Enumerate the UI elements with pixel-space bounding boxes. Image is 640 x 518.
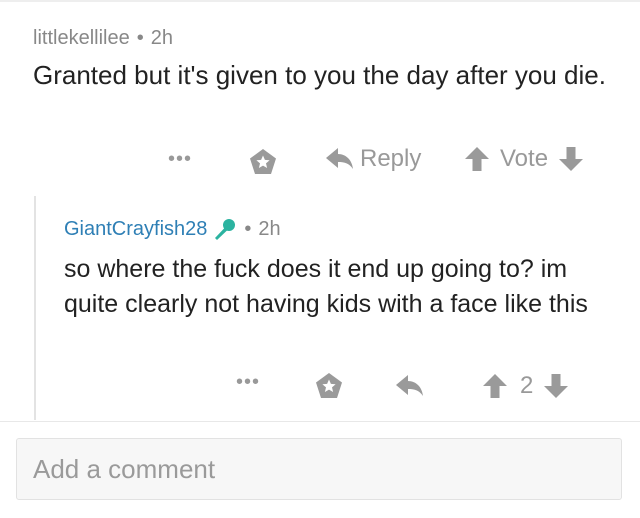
- reply-username[interactable]: GiantCrayfish28: [64, 215, 207, 243]
- comment-body: Granted but it's given to you the day af…: [33, 60, 606, 90]
- vote-control: Vote: [464, 145, 584, 173]
- reply-arrow-icon: [326, 148, 353, 169]
- downvote-arrow-icon[interactable]: [558, 145, 584, 173]
- award-button[interactable]: [248, 147, 278, 177]
- meta-separator: •: [244, 218, 252, 240]
- reply-arrow-icon: [396, 375, 423, 396]
- meta-separator: •: [136, 27, 144, 49]
- reply-comment-actions: ••• 2: [236, 368, 616, 404]
- add-comment-input[interactable]: Add a comment: [16, 438, 622, 500]
- add-comment-placeholder: Add a comment: [33, 453, 216, 484]
- upvote-arrow-icon[interactable]: [464, 145, 490, 173]
- parent-comment: littlekellilee • 2h Granted but it's giv…: [33, 24, 633, 92]
- comment-meta: littlekellilee • 2h: [33, 24, 633, 52]
- vote-label: Vote: [500, 145, 549, 172]
- reply-body: so where the fuck does it end up going t…: [64, 255, 588, 318]
- pentagon-star-icon: [316, 373, 342, 398]
- reply-meta: GiantCrayfish28 • 2h: [64, 215, 624, 243]
- microphone-icon: [215, 219, 236, 240]
- reply-thread-line: [34, 196, 36, 420]
- input-divider: [0, 421, 640, 422]
- comment-username[interactable]: littlekellilee: [33, 24, 130, 52]
- downvote-arrow-icon[interactable]: [543, 372, 569, 400]
- reply-age: 2h: [258, 218, 281, 240]
- reply-to-reply-button[interactable]: [394, 372, 424, 400]
- reply-label: Reply: [360, 145, 422, 172]
- reply-comment: GiantCrayfish28 • 2h so where the fuck d…: [64, 215, 624, 322]
- parent-comment-actions: ••• Reply Vote: [168, 145, 608, 181]
- vote-score: 2: [520, 372, 534, 399]
- comment-thread-screen: littlekellilee • 2h Granted but it's giv…: [0, 0, 640, 518]
- reply-award-button[interactable]: [314, 371, 344, 401]
- comment-age: 2h: [150, 27, 173, 49]
- pentagon-star-icon: [250, 149, 276, 174]
- more-options-button[interactable]: •••: [168, 148, 192, 171]
- reply-vote-control: 2: [482, 372, 569, 400]
- reply-more-options-button[interactable]: •••: [236, 371, 260, 394]
- upvote-arrow-icon[interactable]: [482, 372, 508, 400]
- top-divider: [0, 0, 640, 2]
- reply-button[interactable]: Reply: [324, 145, 421, 173]
